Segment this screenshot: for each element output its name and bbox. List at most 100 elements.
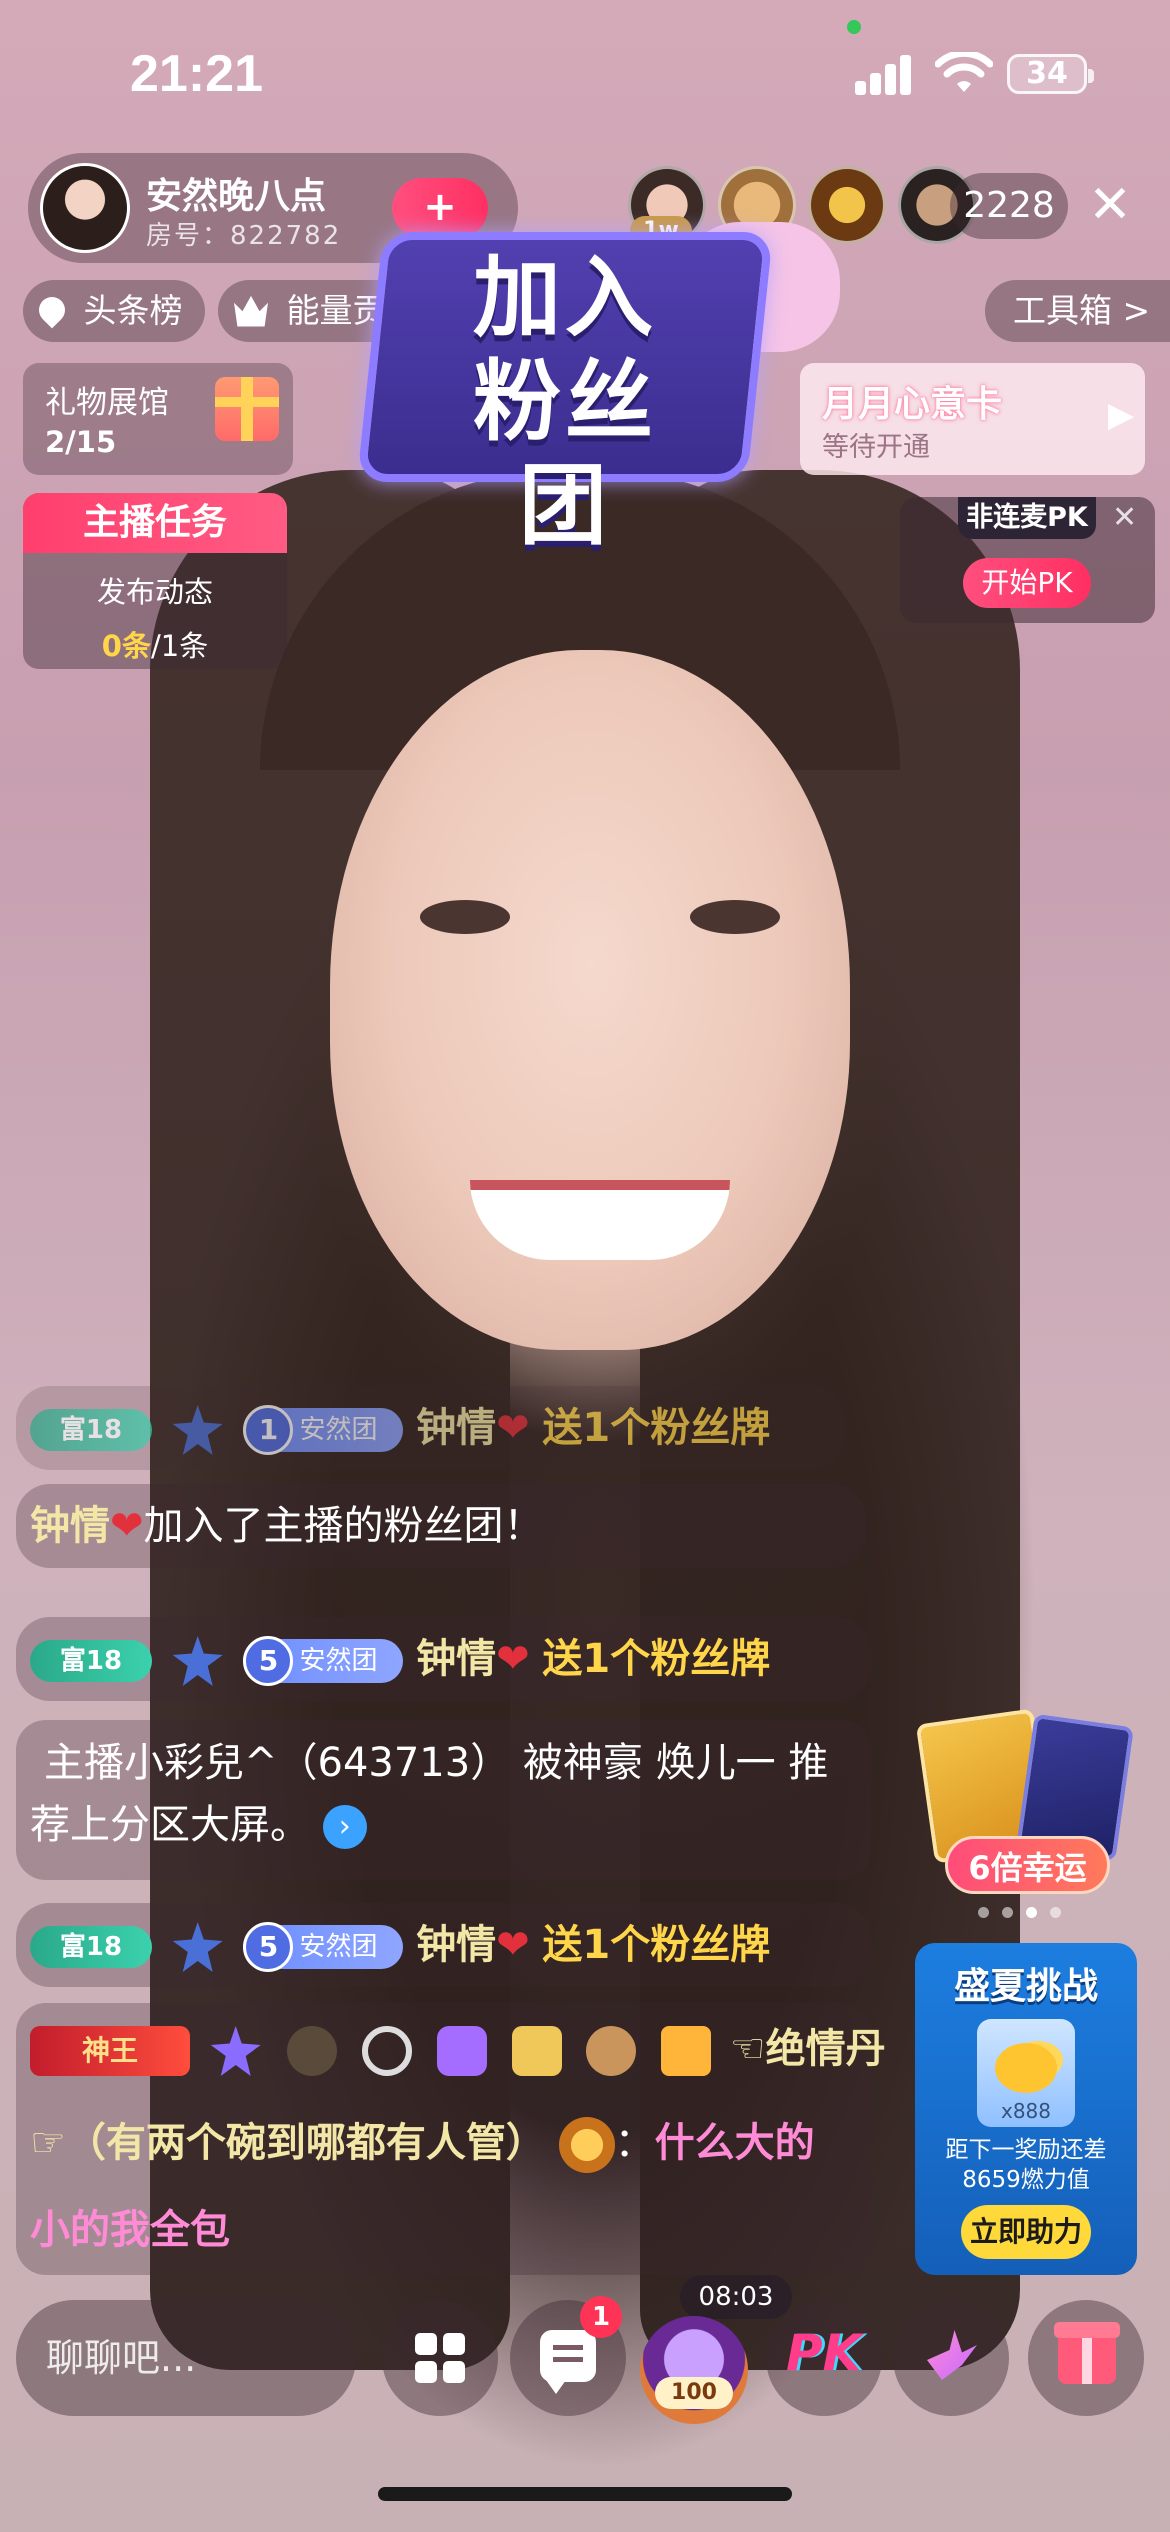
video-eye-right: [690, 900, 780, 934]
home-indicator: [378, 2487, 792, 2501]
avatar-level-badge: 100: [655, 2377, 733, 2409]
heart-icon: ❤: [110, 1503, 144, 1549]
close-icon[interactable]: ✕: [1080, 175, 1140, 235]
gift-button[interactable]: [1028, 2300, 1144, 2416]
toolbox-button[interactable]: 工具箱 >: [985, 280, 1170, 342]
host-task-description: 发布动态: [96, 575, 213, 609]
message-icon: [540, 2330, 596, 2394]
chat-gift-text: 送1个粉丝牌: [542, 1636, 771, 1682]
status-bar: 21:21 34: [0, 0, 1170, 150]
host-task-progress: 0条/1条: [101, 629, 209, 663]
crown-icon: [234, 295, 268, 327]
toolbox-label: 工具箱 >: [1013, 291, 1151, 330]
camera-indicator-icon: [847, 20, 861, 34]
level-6-icon: [586, 2026, 637, 2076]
star-level-icon: [172, 1636, 223, 1686]
pk-close-icon[interactable]: ✕: [1112, 500, 1137, 535]
video-smile: [470, 1180, 730, 1260]
pk-button[interactable]: PK: [766, 2300, 882, 2416]
chat-username[interactable]: 钟情: [416, 1405, 496, 1451]
chat-input[interactable]: 聊聊吧...: [16, 2300, 356, 2416]
viewer-avatar-3[interactable]: [808, 166, 886, 244]
droplet-icon: [33, 291, 71, 328]
start-pk-button[interactable]: 开始PK: [963, 558, 1091, 608]
lucky-multiplier-label[interactable]: 6倍幸运: [945, 1836, 1110, 1894]
lion-icon: [558, 2117, 615, 2173]
headline-rank-label: 头条榜: [83, 291, 183, 330]
chat-text-line-3: 小的我全包: [30, 2207, 230, 2253]
host-task-card[interactable]: 主播任务 发布动态 0条/1条: [23, 493, 287, 669]
rich-level-badge: 富18: [30, 1640, 152, 1682]
headline-rank-button[interactable]: 头条榜: [23, 280, 205, 342]
more-apps-button[interactable]: [382, 2300, 498, 2416]
chat-system-line-2: 荐上分区大屏。 ›: [30, 1790, 367, 1860]
fan-banner-text: 加入粉丝团: [472, 246, 657, 557]
viewer-count[interactable]: 2228: [950, 173, 1068, 239]
chat-username[interactable]: 钟情: [416, 1922, 496, 1968]
paper-crane-icon: [927, 2330, 977, 2380]
rich-level-badge: 富18: [30, 1926, 152, 1968]
follow-button[interactable]: +: [392, 178, 488, 238]
gift-hall-card[interactable]: 礼物展馆 2/15: [23, 363, 293, 475]
chat-text: 加入了主播的粉丝团！: [143, 1503, 544, 1549]
chat-message-content: 钟情❤加入了主播的粉丝团！: [30, 1491, 544, 1561]
god-king-badge: 神王: [30, 2026, 190, 2076]
pk-icon: PK: [786, 2324, 862, 2382]
heart-card-title: 月月心意卡: [822, 384, 1003, 425]
gift-icon: [1054, 2322, 1120, 2384]
pk-mode-tag: 非连麦PK: [958, 497, 1096, 539]
chat-badges-line: 神王 ☜绝情丹: [30, 2014, 886, 2084]
fan-club-badge: 1 安然团: [243, 1405, 404, 1455]
video-eye-left: [420, 900, 510, 934]
wifi-icon: [935, 52, 993, 92]
user-card-icon: [661, 2026, 712, 2076]
host-task-title: 主播任务: [23, 493, 287, 553]
chat-username[interactable]: 钟情: [416, 1636, 496, 1682]
gift-hall-title: 礼物展馆: [45, 385, 169, 421]
chat-message-content: 富18 1 安然团 钟情❤ 送1个粉丝牌: [30, 1393, 770, 1463]
vip-icon: [287, 2026, 338, 2076]
swirl-icon: [362, 2026, 413, 2076]
chat-username[interactable]: 钟情: [30, 1503, 110, 1549]
gift-hall-count: 2/15: [45, 425, 117, 459]
star-level-icon: [172, 1922, 223, 1972]
chat-username[interactable]: ☜绝情丹: [730, 2026, 886, 2072]
map-icon: [511, 2026, 562, 2076]
host-name: 安然晚八点: [146, 176, 327, 217]
chat-gift-text: 送1个粉丝牌: [542, 1922, 771, 1968]
battery-icon: 34: [1007, 54, 1094, 94]
fan-club-badge: 5 安然团: [243, 1636, 404, 1686]
fan-club-badge: 5 安然团: [243, 1922, 404, 1972]
countdown-timer: 08:03: [680, 2275, 792, 2319]
chat-message-content: 富18 5 安然团 钟情❤ 送1个粉丝牌: [30, 1624, 770, 1694]
reward-item: x888: [977, 2019, 1075, 2127]
join-fan-club-banner[interactable]: 加入粉丝团: [356, 232, 774, 557]
purple-star-icon: [210, 2026, 261, 2076]
summer-challenge-progress: 距下一奖励还差 8659燃力值: [945, 2137, 1107, 2193]
summer-challenge-card[interactable]: 盛夏挑战 x888 距下一奖励还差 8659燃力值 立即助力: [915, 1943, 1137, 2275]
purple-crest-icon: [436, 2026, 487, 2076]
reward-quantity: x888: [1000, 2099, 1051, 2123]
arrow-right-icon[interactable]: ›: [322, 1805, 367, 1849]
carousel-dots: [978, 1903, 1074, 1922]
notification-badge: 1: [580, 2296, 622, 2338]
host-avatar[interactable]: [40, 163, 130, 253]
summer-challenge-title: 盛夏挑战: [953, 1966, 1098, 2007]
chat-gift-text: 送1个粉丝牌: [542, 1405, 771, 1451]
rich-level-badge: 富18: [30, 1409, 152, 1451]
triangle-right-icon[interactable]: ▶: [1108, 395, 1134, 435]
status-time: 21:21: [130, 45, 263, 103]
monthly-heart-card[interactable]: 月月心意卡 等待开通: [800, 363, 1145, 475]
gift-box-icon: [215, 377, 279, 441]
grid-icon: [415, 2333, 465, 2383]
heart-card-status: 等待开通: [822, 432, 930, 463]
coin-stack-icon: [995, 2043, 1057, 2093]
boost-now-button[interactable]: 立即助力: [961, 2205, 1091, 2259]
signal-icon: [855, 55, 913, 95]
paper-crane-button[interactable]: [893, 2300, 1009, 2416]
chat-system-line-1: 主播小彩兒^（643713） 被神豪 焕儿一 推: [44, 1740, 829, 1786]
chat-message-content: 富18 5 安然团 钟情❤ 送1个粉丝牌: [30, 1910, 770, 1980]
heart-icon: ❤: [496, 1922, 530, 1968]
star-level-icon: [172, 1405, 223, 1455]
heart-icon: ❤: [496, 1636, 530, 1682]
